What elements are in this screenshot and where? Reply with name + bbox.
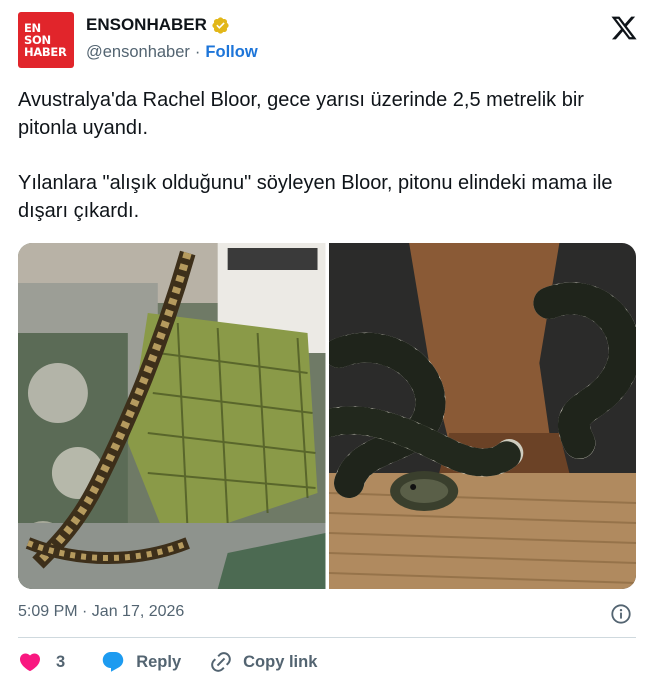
like-button[interactable]: 3 (18, 650, 65, 674)
handle[interactable]: @ensonhaber (86, 43, 190, 62)
media-grid (18, 243, 636, 589)
handle-row: @ensonhaber · Follow (86, 43, 258, 62)
copy-link-button[interactable]: Copy link (209, 650, 317, 674)
action-bar: 3 Reply Copy link (18, 650, 317, 674)
follow-button[interactable]: Follow (205, 43, 257, 62)
tweet-paragraph-1: Avustralya'da Rachel Bloor, gece yarısı … (18, 89, 584, 139)
heart-icon (19, 653, 41, 672)
reply-bubble-icon (102, 652, 124, 672)
python-coiled-on-rug-photo[interactable] (328, 243, 636, 589)
separator-dot: · (194, 43, 201, 61)
avatar-line-3: HABER (24, 45, 67, 59)
name-row: ENSONHABER (86, 15, 230, 35)
like-count: 3 (56, 652, 66, 671)
info-icon[interactable] (610, 603, 632, 625)
tweet-text: Avustralya'da Rachel Bloor, gece yarısı … (18, 86, 630, 225)
timestamp[interactable]: 5:09 PM · Jan 17, 2026 (18, 603, 184, 621)
divider (18, 637, 636, 638)
reply-button[interactable]: Reply (101, 650, 181, 674)
copy-link-label: Copy link (243, 652, 318, 671)
photo-1-image (18, 243, 326, 589)
avatar[interactable]: EN SON HABER (18, 12, 74, 68)
x-logo-icon[interactable] (610, 14, 638, 42)
python-on-bed-photo[interactable] (18, 243, 326, 589)
tweet-paragraph-2: Yılanlara "alışık olduğunu" söyleyen Blo… (18, 172, 613, 222)
reply-label: Reply (136, 652, 182, 671)
verified-badge-icon (212, 16, 229, 34)
photo-2-image (328, 243, 636, 589)
tweet-header: EN SON HABER ENSONHABER @ensonhaber · Fo… (18, 12, 638, 70)
display-name[interactable]: ENSONHABER (86, 15, 207, 35)
link-icon (211, 652, 231, 672)
